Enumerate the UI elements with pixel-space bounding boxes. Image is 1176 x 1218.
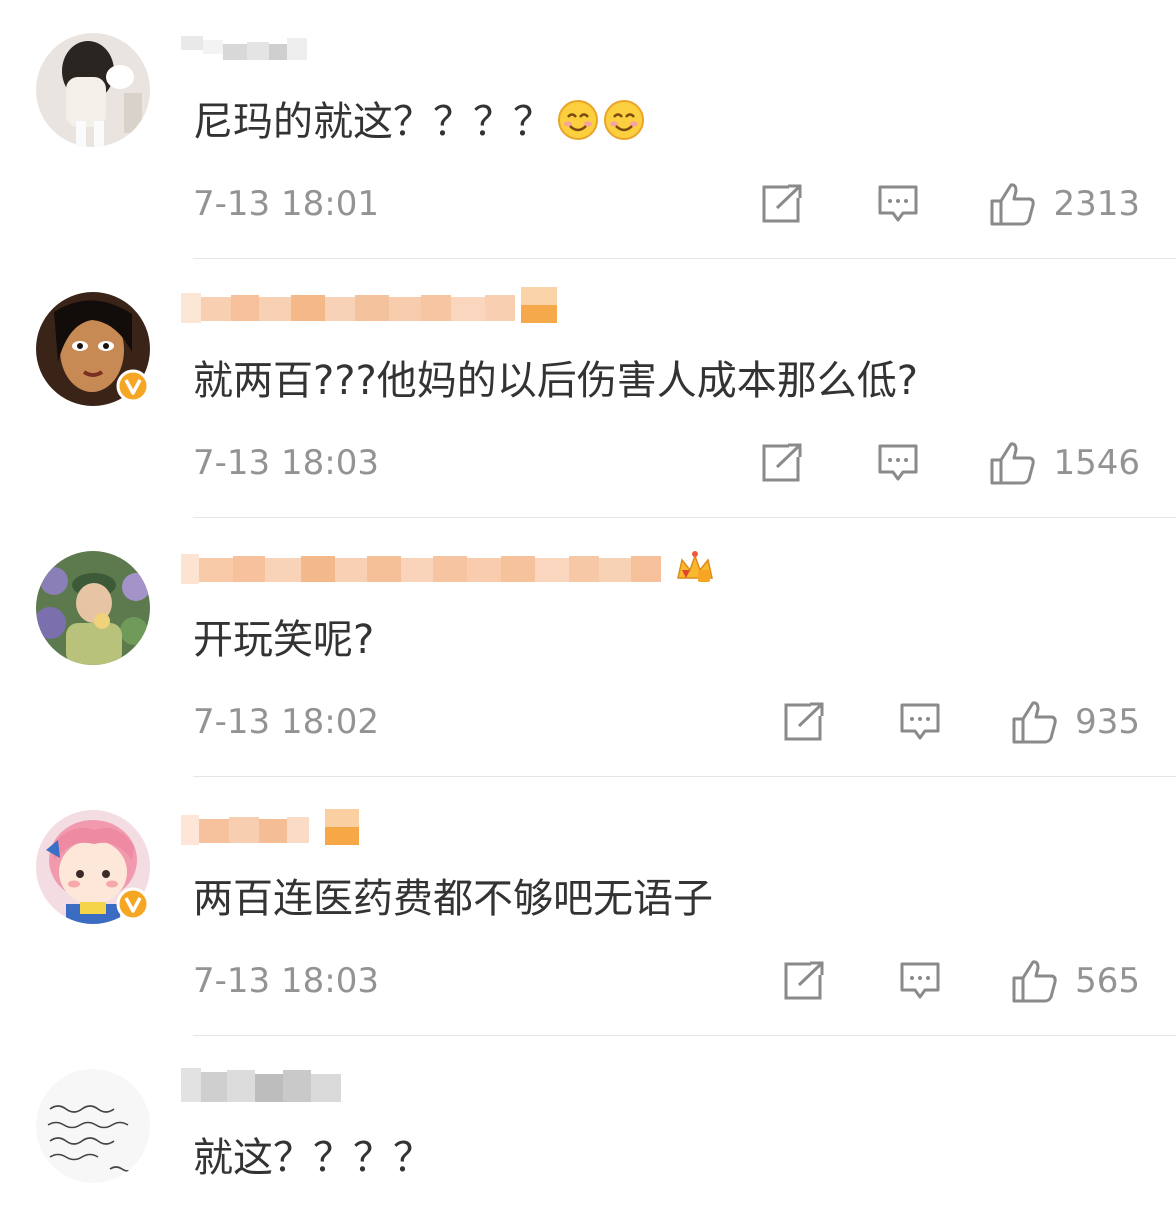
comment-text-content: 尼玛的就这？？？？ [193, 99, 553, 145]
comment-time: 7-13 18:03 [193, 961, 379, 1001]
like-count: 935 [1075, 702, 1140, 742]
share-icon[interactable] [783, 961, 825, 1001]
share-icon[interactable] [783, 702, 825, 742]
comment-text: 就这？？？？ [193, 1135, 433, 1181]
comment-text: 就两百???他妈的以后伤害人成本那么低? [193, 358, 918, 404]
username[interactable] [181, 32, 311, 76]
like-button[interactable]: 2313 [989, 180, 1140, 228]
comment-actions: 565 [783, 953, 1140, 1009]
comment-time: 7-13 18:01 [193, 184, 379, 224]
thumbs-up-icon[interactable] [1011, 958, 1059, 1004]
comment-item: 就这？？？？ [0, 1036, 1176, 1218]
username[interactable] [181, 546, 721, 590]
like-count: 1546 [1053, 443, 1140, 483]
thumbs-up-icon[interactable] [989, 181, 1037, 227]
comment-actions: 935 [783, 694, 1140, 750]
reply-icon[interactable] [899, 961, 941, 1001]
comment-text: 开玩笑呢? [193, 617, 375, 663]
like-button[interactable]: 935 [1011, 698, 1140, 746]
smile-emoji-icon [557, 99, 599, 156]
comment-item: 尼玛的就这？？？？ 7-13 18:01 2313 [0, 0, 1176, 259]
share-icon[interactable] [761, 184, 803, 224]
comment-time: 7-13 18:03 [193, 443, 379, 483]
comment-actions: 2313 [761, 176, 1140, 232]
like-button[interactable]: 565 [1011, 957, 1140, 1005]
crown-badge-icon [677, 551, 713, 582]
thumbs-up-icon[interactable] [989, 440, 1037, 486]
user-avatar[interactable] [36, 1069, 150, 1183]
comment-text: 尼玛的就这？？？？ [193, 94, 645, 156]
reply-icon[interactable] [899, 702, 941, 742]
smile-emoji-icon [603, 99, 645, 156]
thumbs-up-icon[interactable] [1011, 699, 1059, 745]
comment-actions: 1546 [761, 435, 1140, 491]
like-button[interactable]: 1546 [989, 439, 1140, 487]
user-avatar[interactable] [36, 33, 150, 147]
like-count: 2313 [1053, 184, 1140, 224]
comment-item: 两百连医药费都不够吧无语子 7-13 18:03 565 [0, 777, 1176, 1036]
username[interactable] [181, 285, 561, 329]
verified-badge-icon [116, 887, 150, 921]
username[interactable] [181, 807, 381, 851]
like-count: 565 [1075, 961, 1140, 1001]
reply-icon[interactable] [877, 184, 919, 224]
comment-item: 就两百???他妈的以后伤害人成本那么低? 7-13 18:03 1546 [0, 259, 1176, 518]
comment-time: 7-13 18:02 [193, 702, 379, 742]
username[interactable] [181, 1062, 351, 1106]
share-icon[interactable] [761, 443, 803, 483]
verified-badge-icon [116, 369, 150, 403]
user-avatar[interactable] [36, 551, 150, 665]
comment-text: 两百连医药费都不够吧无语子 [193, 876, 713, 922]
comment-item: 开玩笑呢? 7-13 18:02 935 [0, 518, 1176, 777]
reply-icon[interactable] [877, 443, 919, 483]
